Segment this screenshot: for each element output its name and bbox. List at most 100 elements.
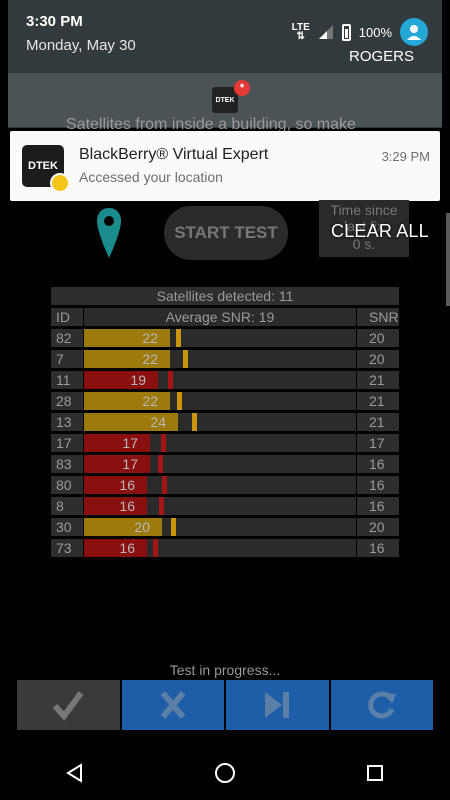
snr-bar-value: 17	[122, 435, 138, 451]
satellite-id: 82	[51, 329, 83, 347]
signal-icon	[318, 25, 333, 39]
retry-icon	[368, 691, 396, 719]
snr-peak-marker	[162, 476, 167, 494]
snr-peak-marker	[171, 518, 176, 536]
snr-bar-cell: 16	[84, 539, 356, 557]
satellite-id: 17	[51, 434, 83, 452]
back-icon	[66, 762, 82, 783]
clear-all-button[interactable]: CLEAR ALL	[331, 221, 429, 242]
retry-button[interactable]	[330, 680, 433, 730]
satellites-detected-header: Satellites detected: 11	[51, 287, 399, 305]
navigation-bar	[0, 745, 450, 800]
table-row: 17 17 17	[51, 434, 399, 452]
check-icon	[53, 691, 84, 721]
fail-button[interactable]	[121, 680, 224, 730]
snr-bar-value: 17	[122, 456, 138, 472]
snr-peak-marker	[176, 329, 181, 347]
table-row: 8 16 16	[51, 497, 399, 515]
snr-value: 20	[357, 350, 399, 368]
recents-button[interactable]	[300, 745, 450, 800]
time-since-line1: Time since	[330, 202, 398, 218]
recents-icon	[367, 764, 383, 781]
snr-bar-cell: 16	[84, 497, 356, 515]
table-row: 82 22 20	[51, 329, 399, 347]
snr-bar-cell: 22	[84, 329, 356, 347]
action-toolbar	[17, 680, 433, 730]
snr-value: 16	[357, 455, 399, 473]
snr-value: 16	[357, 539, 399, 557]
notification-title: BlackBerry® Virtual Expert	[79, 146, 269, 163]
satellite-id: 73	[51, 539, 83, 557]
alert-badge-icon: *	[234, 80, 250, 96]
snr-value: 21	[357, 413, 399, 431]
table-row: 80 16 16	[51, 476, 399, 494]
column-header-average: Average SNR: 19	[84, 308, 356, 326]
skip-button[interactable]	[226, 680, 329, 730]
snr-peak-marker	[183, 350, 188, 368]
snr-peak-marker	[161, 434, 166, 452]
snr-bar-cell: 16	[84, 476, 356, 494]
carrier-label: ROGERS	[348, 48, 414, 65]
start-test-button[interactable]: START TEST	[164, 206, 288, 260]
location-pin-icon	[97, 208, 121, 258]
user-avatar-icon[interactable]	[400, 18, 428, 46]
satellite-id: 28	[51, 392, 83, 410]
satellite-id: 7	[51, 350, 83, 368]
snr-bar-value: 16	[119, 477, 135, 493]
lte-icon: LTE ⇅	[291, 22, 310, 42]
table-header-row: ID Average SNR: 19 SNR	[51, 308, 399, 326]
table-row: 83 17 16	[51, 455, 399, 473]
snr-value: 21	[357, 392, 399, 410]
notification-card[interactable]: DTEK BlackBerry® Virtual Expert Accessed…	[10, 131, 440, 201]
snr-value: 17	[357, 434, 399, 452]
satellite-id: 30	[51, 518, 83, 536]
snr-bar-value: 22	[142, 351, 158, 367]
table-row: 13 24 21	[51, 413, 399, 431]
snr-peak-marker	[192, 413, 197, 431]
notification-time: 3:29 PM	[381, 149, 430, 164]
battery-percent: 100%	[358, 24, 392, 40]
dtek-icon: DTEK *	[212, 80, 250, 113]
snr-bar-cell: 19	[84, 371, 356, 389]
home-icon	[215, 762, 235, 783]
satellite-id: 11	[51, 371, 83, 389]
snr-peak-marker	[159, 497, 164, 515]
snr-bar-cell: 22	[84, 392, 356, 410]
table-row: 7 22 20	[51, 350, 399, 368]
scrollbar[interactable]	[446, 213, 450, 306]
snr-bar-cell: 17	[84, 434, 356, 452]
status-icons: LTE ⇅ 100%	[292, 22, 392, 42]
snr-value: 16	[357, 497, 399, 515]
date-label: Monday, May 30	[26, 37, 136, 54]
check-button[interactable]	[17, 680, 120, 730]
battery-icon	[341, 23, 351, 41]
snr-value: 16	[357, 476, 399, 494]
snr-bar-value: 22	[142, 393, 158, 409]
column-header-snr: SNR	[357, 308, 399, 326]
snr-peak-marker	[153, 539, 158, 557]
snr-peak-marker	[168, 371, 173, 389]
snr-value: 20	[357, 518, 399, 536]
back-button[interactable]	[0, 745, 150, 800]
table-row: 73 16 16	[51, 539, 399, 557]
snr-bar-cell: 22	[84, 350, 356, 368]
snr-value: 20	[357, 329, 399, 347]
snr-peak-marker	[158, 455, 163, 473]
location-badge-icon	[50, 173, 70, 193]
satellite-id: 83	[51, 455, 83, 473]
progress-status-text: Test in progress...	[169, 662, 281, 678]
table-row: 30 20 20	[51, 518, 399, 536]
snr-peak-marker	[177, 392, 182, 410]
skip-icon	[265, 692, 290, 718]
snr-bar-value: 16	[119, 540, 135, 556]
column-header-id: ID	[51, 308, 83, 326]
satellite-rows: 82 22 20 7 22 20 11 19 21 28 22 21 13 24 21 17 17 17 83 17 1…	[51, 329, 399, 557]
table-row: 11 19 21	[51, 371, 399, 389]
snr-bar-value: 16	[119, 498, 135, 514]
satellite-id: 80	[51, 476, 83, 494]
clock-time: 3:30 PM	[26, 13, 83, 30]
satellite-id: 8	[51, 497, 83, 515]
home-button[interactable]	[150, 745, 300, 800]
snr-bar-value: 22	[142, 330, 158, 346]
snr-bar-value: 24	[150, 414, 166, 430]
